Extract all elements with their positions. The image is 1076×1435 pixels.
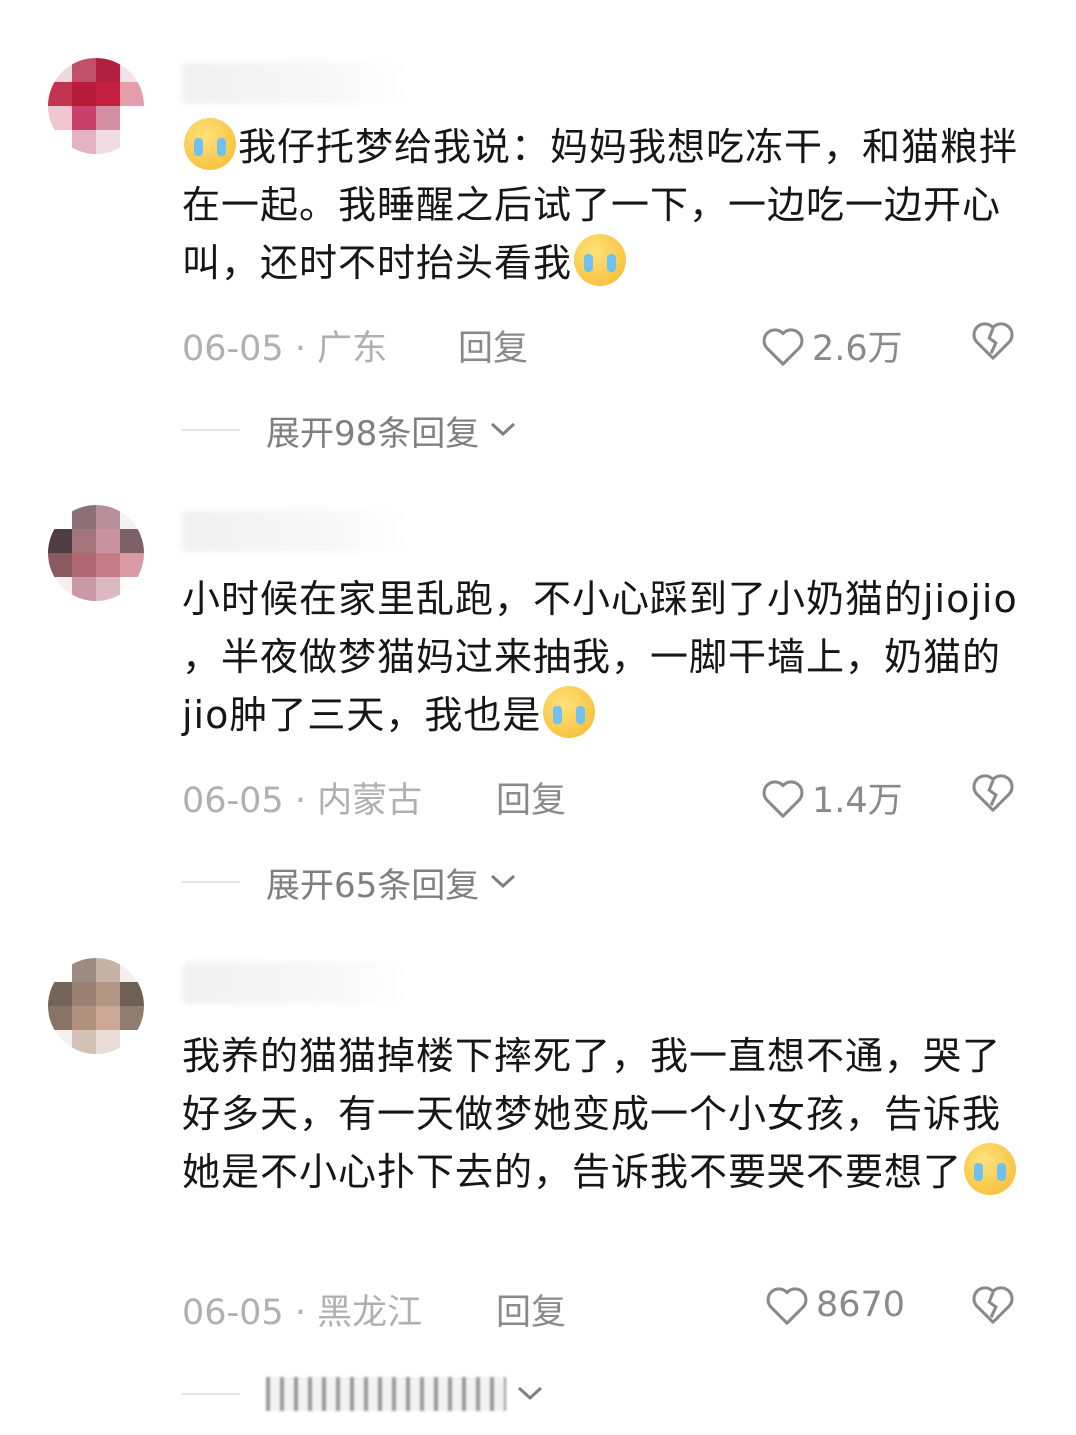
username-blurred[interactable] [182,962,412,1004]
date-location: 06-05 · 广东 [182,329,388,369]
expand-replies[interactable] [182,1372,544,1416]
comment-meta: 06-05 · 内蒙古 回复 1.4万 [182,770,1032,823]
heart-outline-icon [762,779,804,818]
chevron-down-icon [491,874,516,889]
comment-meta: 06-05 · 广东 回复 2.6万 [182,318,1032,371]
comment-body: 我养的猫猫掉楼下摔死了，我一直想不通，哭了好多天，有一天做梦她变成一个小女孩，告… [182,1034,1002,1194]
dislike-button[interactable] [970,1282,1016,1335]
divider [182,429,240,431]
heart-outline-icon [766,1287,808,1325]
like-button[interactable]: 2.6万 [760,320,903,371]
heart-outline-icon [762,327,804,366]
reply-button[interactable]: 回复 [458,320,528,371]
comment-text: 小时候在家里乱跑，不小心踩到了小奶猫的jiojio ，半夜做梦猫妈过来抽我，一脚… [182,570,1022,744]
broken-heart-face-icon [543,686,596,738]
loudly-crying-face-icon [184,118,236,170]
expand-replies[interactable]: 展开65条回复 [182,860,517,906]
date-location: 06-05 · 黑龙江 [182,1293,423,1333]
avatar[interactable] [48,958,144,1054]
comment-text: 我养的猫猫掉楼下摔死了，我一直想不通，哭了好多天，有一天做梦她变成一个小女孩，告… [182,1027,1022,1201]
divider [182,881,240,883]
expand-replies[interactable]: 展开98条回复 [182,408,517,454]
reply-button[interactable]: 回复 [496,1284,566,1335]
avatar[interactable] [48,505,144,601]
expand-replies-label: 展开98条回复 [266,413,480,454]
chevron-down-icon [517,1386,543,1401]
loudly-crying-face-icon [574,234,627,286]
avatar[interactable] [48,58,144,154]
dislike-button[interactable] [970,318,1016,371]
comment-text: 我仔托梦给我说：妈妈我想吃冻干，和猫粮拌在一起。我睡醒之后试了一下，一边吃一边开… [182,118,1022,292]
reply-button[interactable]: 回复 [496,772,566,823]
chevron-down-icon [491,422,516,437]
like-count: 8670 [816,1285,906,1325]
broken-heart-icon [972,322,1014,360]
divider [182,1393,240,1395]
comment-meta: 06-05 · 黑龙江 回复 8670 [182,1282,1032,1335]
broken-heart-icon [972,774,1014,812]
like-count: 2.6万 [812,329,903,369]
date-location: 06-05 · 内蒙古 [182,781,423,821]
expand-replies-label-obscured [266,1377,506,1411]
username-blurred[interactable] [182,62,412,104]
like-button[interactable]: 1.4万 [760,772,903,823]
like-button[interactable]: 8670 [764,1284,905,1326]
like-count: 1.4万 [812,781,903,821]
holding-back-tears-face-icon [964,1143,1017,1195]
broken-heart-icon [972,1286,1014,1324]
username-blurred[interactable] [182,510,412,552]
comment-body: 小时候在家里乱跑，不小心踩到了小奶猫的jiojio ，半夜做梦猫妈过来抽我，一脚… [182,577,1018,737]
expand-replies-label: 展开65条回复 [266,865,480,906]
dislike-button[interactable] [970,770,1016,823]
